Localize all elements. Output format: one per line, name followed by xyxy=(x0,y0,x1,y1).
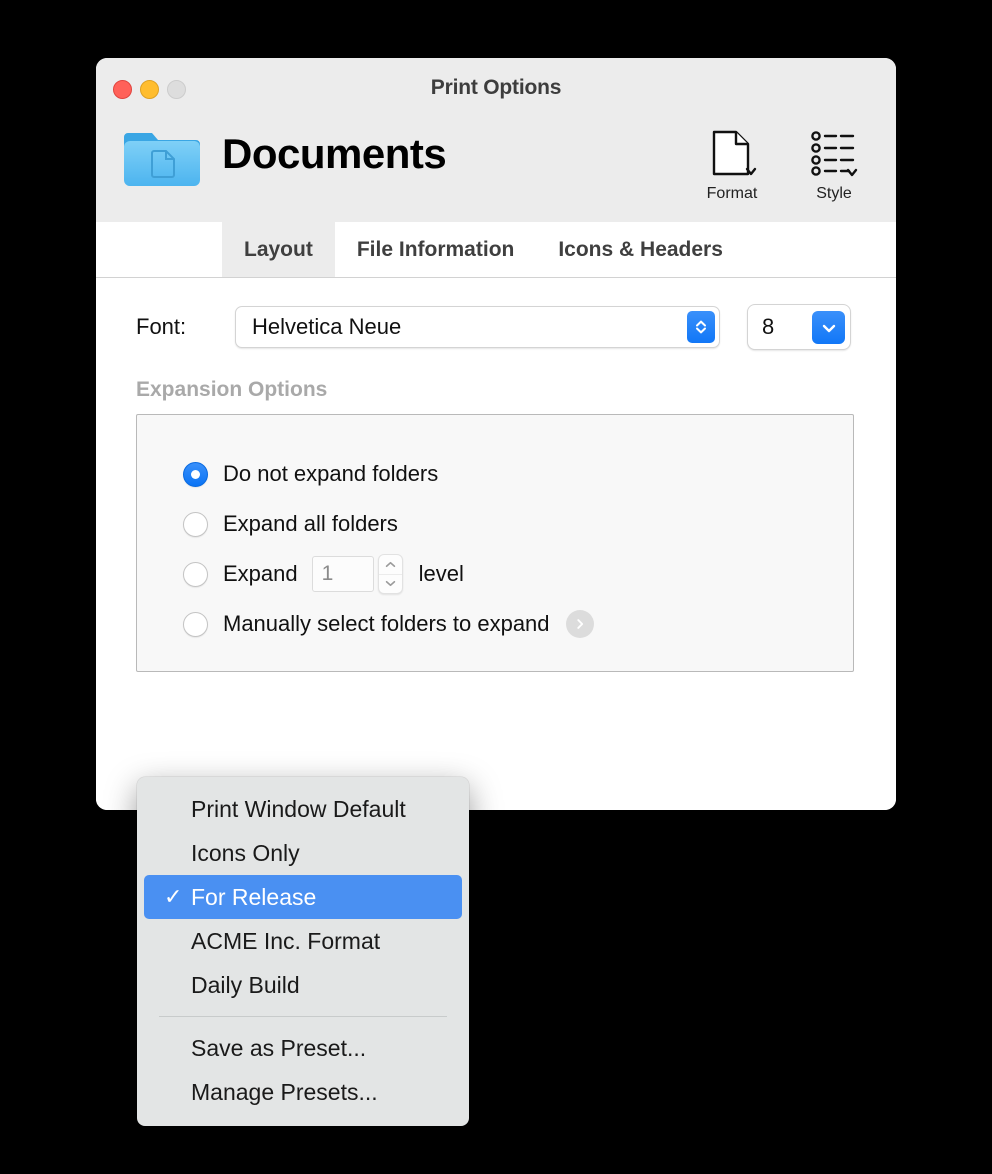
style-tool-label: Style xyxy=(816,185,852,202)
expand-level-input[interactable]: 1 xyxy=(311,556,374,592)
menu-item-save-as-preset[interactable]: Save as Preset... xyxy=(144,1026,462,1070)
radio-expand-n-levels[interactable] xyxy=(183,561,208,587)
menu-item-acme-inc-format[interactable]: ACME Inc. Format xyxy=(144,919,462,963)
radio-label-do-not-expand: Do not expand folders xyxy=(223,461,439,486)
menu-item-label: Save as Preset... xyxy=(191,1034,367,1061)
radio-row-expand-n-levels[interactable]: Expand 1 level xyxy=(183,549,853,599)
format-tool-label: Format xyxy=(706,185,758,202)
tab-icons-headers[interactable]: Icons & Headers xyxy=(536,222,745,277)
font-size-value: 8 xyxy=(762,314,775,339)
tab-file-information[interactable]: File Information xyxy=(335,222,537,277)
menu-item-label: For Release xyxy=(191,883,317,910)
menu-item-daily-build[interactable]: Daily Build xyxy=(144,963,462,1007)
tab-layout[interactable]: Layout xyxy=(222,222,335,277)
font-family-value: Helvetica Neue xyxy=(252,314,402,339)
radio-row-do-not-expand[interactable]: Do not expand folders xyxy=(183,449,853,499)
document-header: Documents Format Style xyxy=(96,114,896,222)
font-family-select[interactable]: Helvetica Neue xyxy=(235,306,720,348)
font-size-select[interactable]: 8 xyxy=(747,304,851,350)
folder-document-icon xyxy=(122,122,202,192)
menu-item-label: Icons Only xyxy=(191,839,300,866)
checkmark-icon: ✓ xyxy=(164,884,183,909)
radio-expand-all[interactable] xyxy=(183,511,208,537)
expand-level-stepper[interactable] xyxy=(377,554,403,594)
window-title: Print Options xyxy=(430,76,562,99)
menu-item-print-window-default[interactable]: Print Window Default xyxy=(144,787,462,831)
menu-item-manage-presets[interactable]: Manage Presets... xyxy=(144,1070,462,1114)
radio-label-expand: Expand xyxy=(223,561,298,586)
radio-row-expand-all[interactable]: Expand all folders xyxy=(183,499,853,549)
menu-separator xyxy=(159,1016,447,1017)
style-tool-button[interactable]: Style xyxy=(796,122,872,203)
chevron-right-icon[interactable] xyxy=(565,610,594,638)
font-row: Font: Helvetica Neue 8 xyxy=(136,304,856,350)
radio-label-expand-all: Expand all folders xyxy=(223,511,398,536)
chevron-up-down-icon[interactable] xyxy=(687,311,715,343)
format-tool-button[interactable]: Format xyxy=(694,122,770,203)
layout-pane: Font: Helvetica Neue 8 Expansion Options… xyxy=(96,278,896,810)
stepper-up-icon[interactable] xyxy=(378,555,402,575)
window-titlebar: Print Options xyxy=(96,58,896,114)
tab-bar: Layout File Information Icons & Headers xyxy=(96,222,896,278)
toolbar: Format Style xyxy=(694,122,872,203)
page-format-icon xyxy=(694,122,770,184)
menu-item-icons-only[interactable]: Icons Only xyxy=(144,831,462,875)
screen: Print Options Documents Format Style Lay… xyxy=(0,0,992,1174)
list-style-icon xyxy=(796,122,872,184)
font-label: Font: xyxy=(136,314,187,339)
radio-label-manual-select: Manually select folders to expand xyxy=(223,611,550,636)
menu-item-label: Daily Build xyxy=(191,971,300,998)
print-options-window: Print Options Documents Format Style Lay… xyxy=(96,58,896,810)
expansion-options-group: Do not expand folders Expand all folders… xyxy=(136,414,854,672)
chevron-down-icon[interactable] xyxy=(812,311,845,344)
menu-item-label: Manage Presets... xyxy=(191,1078,378,1105)
expand-level-suffix-label: level xyxy=(418,561,464,586)
expansion-section-title: Expansion Options xyxy=(136,378,328,401)
stepper-down-icon[interactable] xyxy=(379,575,402,594)
radio-do-not-expand[interactable] xyxy=(183,461,208,487)
radio-manual-select[interactable] xyxy=(183,611,208,637)
radio-row-manual-select[interactable]: Manually select folders to expand xyxy=(183,599,853,649)
page-title: Documents xyxy=(222,130,447,177)
menu-item-label: Print Window Default xyxy=(191,795,406,822)
menu-item-label: ACME Inc. Format xyxy=(191,927,381,954)
menu-item-for-release[interactable]: ✓ For Release xyxy=(144,875,462,919)
presets-dropdown-menu: Print Window Default Icons Only ✓ For Re… xyxy=(137,777,469,1126)
